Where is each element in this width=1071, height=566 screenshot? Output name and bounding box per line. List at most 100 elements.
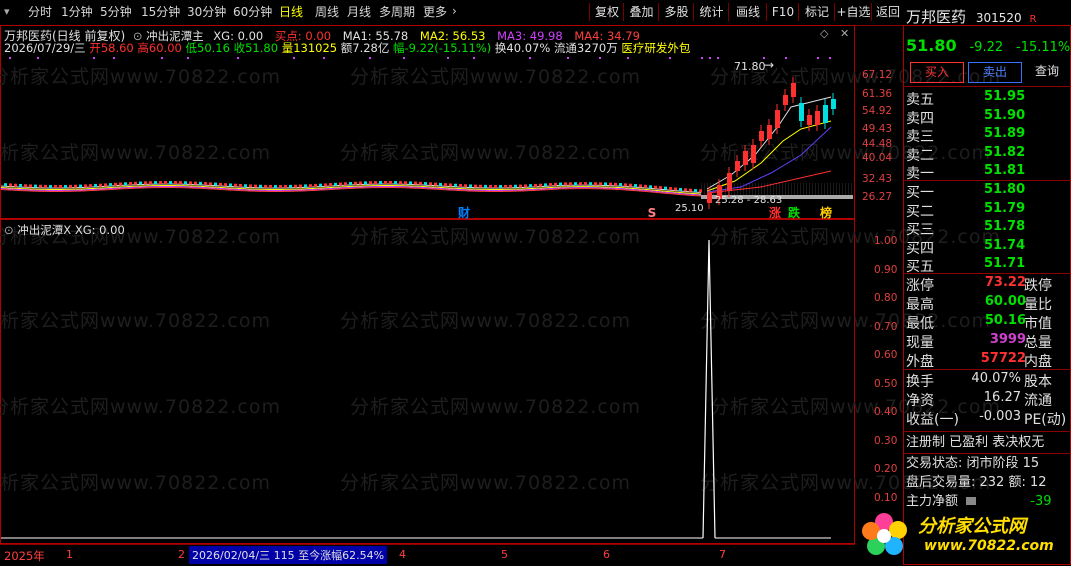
bids-row[interactable]: 买三 51.78 [906, 219, 1066, 239]
limit-down-badge[interactable]: 跌 [786, 205, 802, 221]
candle [775, 110, 780, 128]
finance-badge[interactable]: 财 [456, 205, 472, 221]
tab-period-10[interactable]: 更多 [423, 4, 447, 21]
candle [574, 182, 577, 186]
candle [19, 183, 22, 187]
candle [174, 181, 177, 185]
candle [189, 181, 192, 185]
candle [689, 188, 692, 192]
dropdown-arrow-icon[interactable]: ▾ [4, 5, 10, 18]
close-panel-icon[interactable]: ◇ [820, 27, 828, 40]
candle [684, 188, 687, 192]
signal-dot [709, 57, 711, 59]
candle [524, 184, 527, 188]
limit-up-badge[interactable]: 涨 [767, 205, 783, 221]
action-button-4[interactable]: 画线 [728, 3, 767, 21]
tab-period-5[interactable]: 60分钟 [233, 4, 272, 21]
kline-chart[interactable] [1, 55, 854, 218]
action-button-3[interactable]: 统计 [693, 3, 729, 21]
candle [799, 103, 804, 121]
stat-row: 现量 3999 总量 [906, 332, 1071, 351]
candle [389, 181, 392, 185]
query-button[interactable]: 查询 [1026, 62, 1068, 81]
bids-row[interactable]: 买一 51.80 [906, 182, 1066, 201]
asks-row[interactable]: 卖一 51.81 [906, 163, 1066, 182]
sell-button[interactable]: 卖出 [968, 62, 1022, 83]
candle [807, 115, 812, 125]
candle [359, 181, 362, 185]
signal-dot [817, 57, 819, 59]
candle [743, 151, 748, 165]
info-volume: 量131025 [281, 41, 338, 55]
candle [707, 193, 712, 203]
candle [24, 184, 27, 188]
asks-row[interactable]: 卖三 51.89 [906, 126, 1066, 145]
candle [219, 182, 222, 186]
candle [669, 187, 672, 191]
bids-label: 买三 [906, 222, 934, 239]
candle [599, 182, 602, 186]
bids-price: 51.80 [984, 182, 1026, 197]
tab-period-7[interactable]: 周线 [315, 4, 339, 21]
sub-chart[interactable] [1, 220, 854, 543]
signal-dot [717, 57, 719, 59]
more-arrow-icon[interactable]: › [452, 4, 457, 18]
signal-dot [473, 57, 475, 59]
candle [634, 184, 637, 188]
tab-period-2[interactable]: 5分钟 [100, 4, 132, 21]
action-button-2[interactable]: 多股 [658, 3, 694, 21]
action-button-6[interactable]: 标记 [798, 3, 835, 21]
action-button-8[interactable]: 返回 [871, 3, 904, 21]
low-annotation: 25.10 [675, 203, 704, 214]
tab-period-0[interactable]: 分时 [28, 4, 52, 21]
info-open: 开58.60 [89, 41, 134, 55]
asks-row[interactable]: 卖二 51.82 [906, 145, 1066, 164]
asks-label: 卖四 [906, 110, 934, 127]
signal-dot [447, 57, 449, 59]
info-float: 流通3270万 [553, 41, 618, 55]
candle [479, 184, 482, 188]
action-button-0[interactable]: 复权 [589, 3, 624, 21]
s-badge[interactable]: S [646, 205, 658, 221]
stat-value: 3999 [989, 332, 1026, 347]
bids-row[interactable]: 买五 51.71 [906, 256, 1066, 275]
candle [529, 184, 532, 188]
stat2-value: 16.27 [983, 390, 1021, 405]
asks-label: 卖二 [906, 147, 934, 164]
buy-button[interactable]: 买入 [910, 62, 964, 83]
asks-row[interactable]: 卖五 51.95 [906, 89, 1066, 108]
asks-price: 51.95 [984, 89, 1026, 104]
candle [384, 181, 387, 185]
candle [119, 182, 122, 186]
bids-row[interactable]: 买四 51.74 [906, 238, 1066, 257]
candle [594, 182, 597, 186]
asks-price: 51.90 [984, 107, 1026, 123]
candle [214, 182, 217, 186]
action-button-7[interactable]: +自选 [834, 3, 872, 21]
tab-period-9[interactable]: 多周期 [379, 4, 415, 21]
candle [304, 184, 307, 188]
action-button-5[interactable]: F10 [766, 3, 799, 21]
asks-row[interactable]: 卖四 51.90 [906, 107, 1066, 127]
rank-badge[interactable]: 榜 [818, 205, 834, 221]
stat2-label: 换手 [906, 374, 934, 390]
asks-price: 51.89 [984, 126, 1026, 142]
info-amount: 额7.28亿 [340, 41, 390, 55]
action-button-1[interactable]: 叠加 [623, 3, 659, 21]
candle [349, 182, 352, 186]
tab-period-6[interactable]: 日线 [279, 4, 303, 21]
signal-dot [37, 57, 39, 59]
bids-row[interactable]: 买二 51.79 [906, 201, 1066, 220]
tab-period-1[interactable]: 1分钟 [61, 4, 93, 21]
sub-y-tick-label: 0.20 [874, 463, 898, 475]
timeline-month: 5 [501, 548, 508, 561]
tab-period-3[interactable]: 15分钟 [141, 4, 180, 21]
candle [664, 186, 667, 190]
info-sector[interactable]: 医疗研发外包 [621, 41, 690, 55]
peak-arrow-icon: → [764, 58, 775, 72]
tab-period-8[interactable]: 月线 [347, 4, 371, 21]
stat-label: 涨停 [906, 278, 934, 294]
tab-period-4[interactable]: 30分钟 [187, 4, 226, 21]
candle [109, 183, 112, 187]
close-panel-x-icon[interactable]: ✕ [840, 27, 849, 40]
